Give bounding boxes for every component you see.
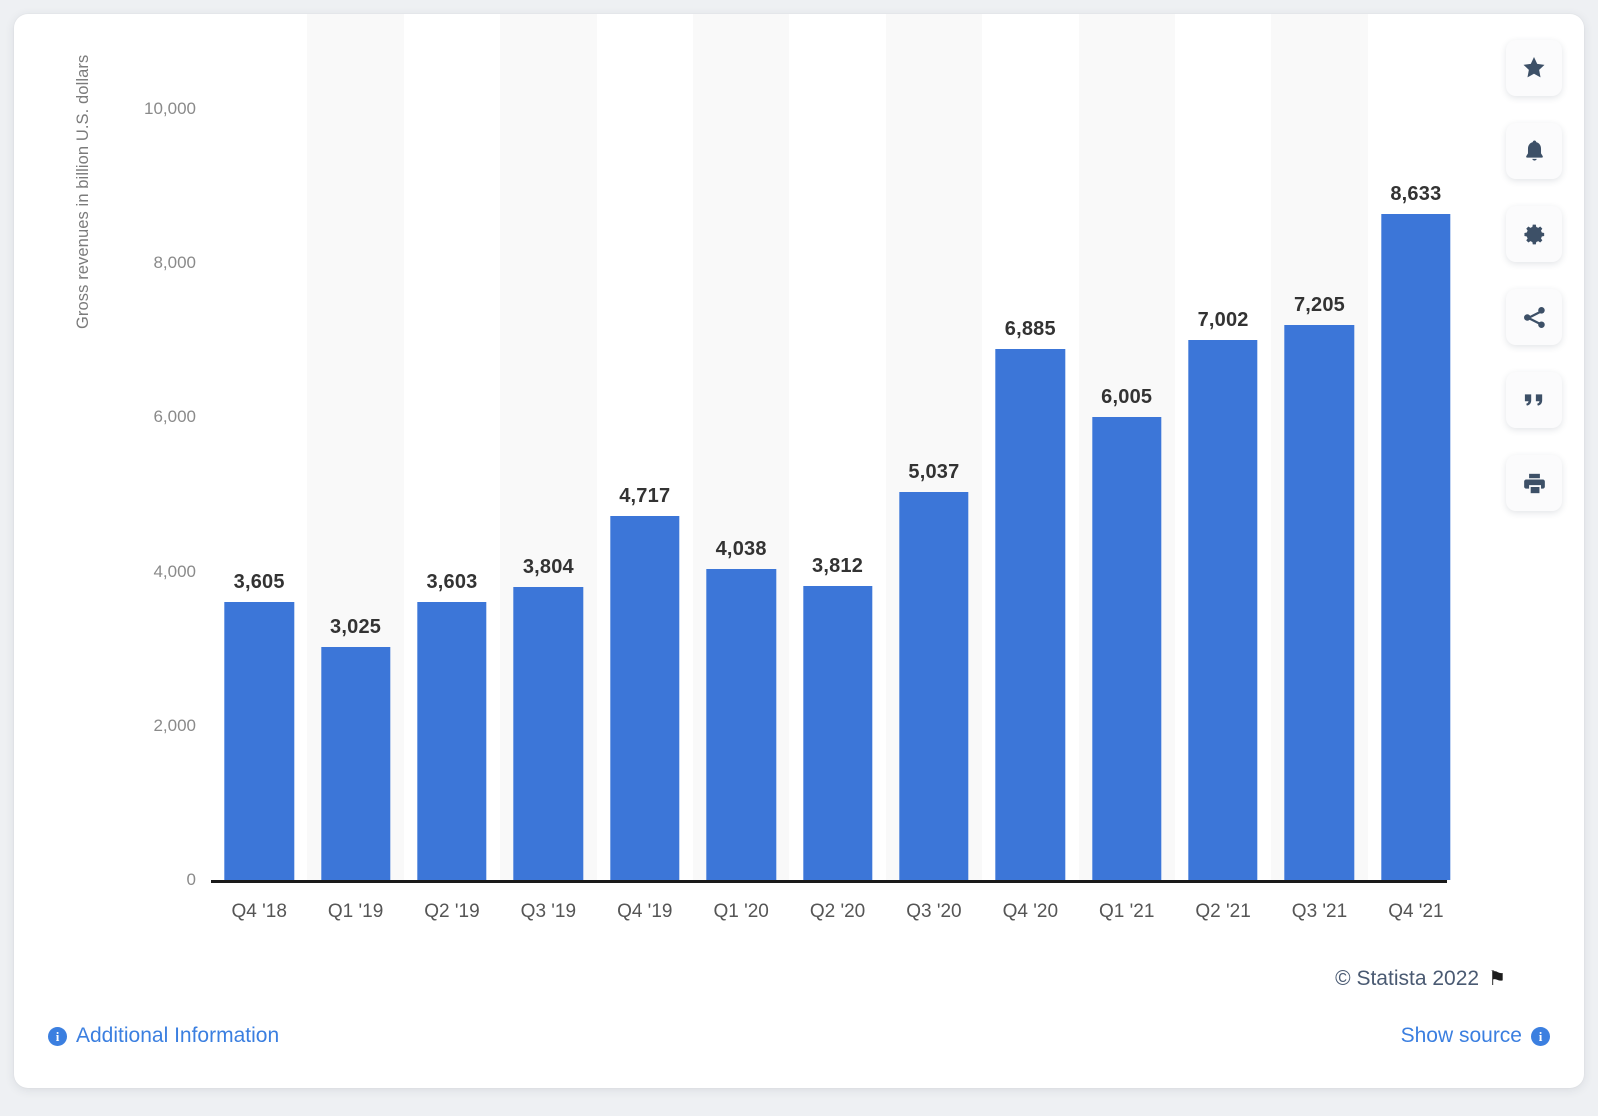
settings-button[interactable] [1506,206,1562,262]
bar-value-label: 3,605 [233,571,285,594]
bar[interactable] [224,602,294,880]
bar-value-label: 4,717 [619,485,671,508]
bar[interactable] [417,602,487,880]
bar[interactable] [995,349,1066,880]
chart-band: 5,037 [885,14,983,880]
y-axis-tick: 6,000 [153,407,196,427]
bar-value-label: 7,205 [1293,293,1346,316]
x-axis-tick: Q2 '19 [424,901,480,922]
bar[interactable] [610,516,680,880]
y-axis-tick: 4,000 [153,561,196,581]
x-axis-tick: Q4 '19 [617,901,673,922]
bar[interactable] [706,568,776,880]
star-icon [1520,54,1548,82]
x-axis-tick: Q2 '21 [1195,901,1251,922]
bar[interactable] [1284,324,1355,880]
info-icon: i [48,1026,67,1046]
y-axis-title: Gross revenues in billion U.S. dollars [74,54,92,329]
gear-icon [1521,221,1548,248]
chart-band: 3,025 [307,14,404,880]
x-axis-tick: Q2 '20 [809,901,866,922]
y-axis-tick: 10,000 [144,99,196,118]
chart-band: 7,002 [1174,14,1272,880]
bar[interactable] [899,491,969,880]
footer-links: i Additional Information Show source i [14,1014,1584,1058]
y-axis-tick: 0 [186,870,196,889]
favorite-button[interactable] [1506,40,1562,96]
x-axis-tick: Q1 '21 [1099,901,1155,922]
additional-information-label: Additional Information [76,1024,280,1047]
share-icon [1521,304,1548,331]
bar[interactable] [1381,214,1451,880]
chart-band: 3,812 [789,14,886,880]
x-axis-tick: Q1 '20 [713,901,769,922]
quote-icon [1520,386,1548,414]
additional-information-link[interactable]: i Additional Information [48,1024,279,1048]
x-axis-line [211,880,1447,883]
chart-band: 6,885 [982,14,1079,880]
flag-icon: ⚑ [1488,968,1506,990]
action-toolbar [1506,40,1562,511]
show-source-link[interactable]: Show source i [1401,1024,1550,1048]
x-axis-tick: Q1 '19 [327,901,384,922]
bell-icon [1521,138,1548,165]
y-axis-tick: 2,000 [153,715,196,735]
bar-series: 3,605 3,025 3,603 3,804 4,717 4,038 3,812 5,037… [211,14,1465,880]
x-axis-tick: Q3 '19 [520,901,577,922]
bar-value-label: 8,633 [1390,183,1442,206]
show-source-label: Show source [1400,1024,1522,1047]
chart-band: 8,633 [1367,14,1465,880]
bar-value-label: 7,002 [1197,309,1249,332]
chart-band: 3,804 [500,14,597,880]
x-axis-tick: Q3 '20 [906,901,962,922]
bar[interactable] [1092,417,1162,880]
x-axis-tick: Q3 '21 [1291,901,1348,922]
x-axis-tick: Q4 '20 [1002,901,1059,922]
chart-band: 3,603 [403,14,501,880]
chart-band: 6,005 [1078,14,1175,880]
print-button[interactable] [1506,455,1562,511]
alert-button[interactable] [1506,123,1562,179]
chart-band: 4,038 [692,14,790,880]
chart-card: Gross revenues in billion U.S. dollars 0… [14,14,1584,1088]
bar-value-label: 3,804 [522,555,574,578]
bar-value-label: 4,038 [715,537,767,560]
chart-band: 3,605 [211,14,308,880]
bar-value-label: 6,885 [1004,318,1056,341]
bar-value-label: 3,812 [812,555,864,578]
copyright-text: © Statista 2022 [1335,967,1480,990]
chart-band: 4,717 [596,14,693,880]
chart-band: 7,205 [1271,14,1368,880]
x-axis-tick-labels: Q4 '18 Q1 '19 Q2 '19 Q3 '19 Q4 '19 Q1 '20 Q2 '… [211,892,1464,936]
info-icon: i [1531,1026,1550,1046]
copyright-notice: © Statista 2022 ⚑ [1335,967,1506,991]
y-axis-tick-labels: 0 2,000 4,000 6,000 8,000 10,000 [104,14,196,944]
print-icon [1521,470,1548,497]
share-button[interactable] [1506,289,1562,345]
bar[interactable] [802,586,873,880]
x-axis-tick: Q4 '18 [231,901,287,922]
x-axis-tick: Q4 '21 [1388,901,1444,922]
bar-value-label: 3,025 [330,615,382,638]
bar[interactable] [320,646,391,880]
bar-value-label: 3,603 [426,571,478,594]
bar[interactable] [1188,340,1258,880]
bar[interactable] [513,586,584,880]
y-axis-tick: 8,000 [153,253,196,273]
chart-plot-area: Gross revenues in billion U.S. dollars 0… [14,14,1584,944]
citation-button[interactable] [1506,372,1562,428]
bar-value-label: 5,037 [908,460,960,483]
bar-value-label: 6,005 [1101,386,1153,409]
